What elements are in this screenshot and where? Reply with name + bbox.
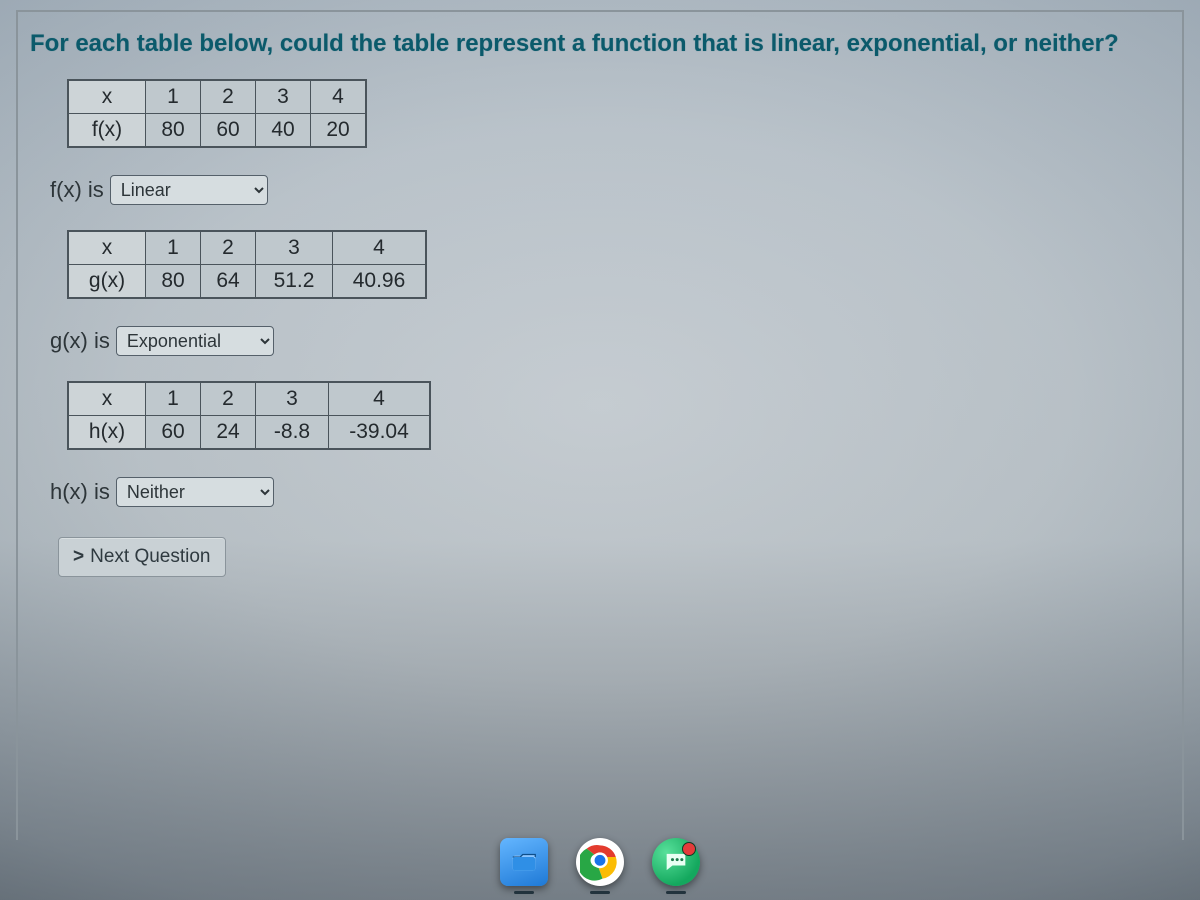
answer-g-select[interactable]: LinearExponentialNeither: [116, 326, 274, 356]
notification-dot-icon: [682, 842, 696, 856]
taskbar: [500, 838, 700, 886]
answer-h-prefix: h(x) is: [50, 479, 110, 505]
cell-flabel: h(x): [69, 416, 146, 449]
cell: 4: [311, 81, 366, 114]
question-frame: For each table below, could the table re…: [16, 10, 1184, 840]
table-h-block: x 1 2 3 4 h(x) 60 24 -8.8 -39.04: [68, 382, 1172, 449]
cell: 4: [329, 383, 430, 416]
table-g: x 1 2 3 4 g(x) 80 64 51.2 40.96: [68, 231, 426, 298]
table-row: x 1 2 3 4: [69, 383, 430, 416]
cell: 4: [333, 232, 426, 265]
cell: 20: [311, 114, 366, 147]
cell: 2: [201, 232, 256, 265]
answer-g-prefix: g(x) is: [50, 328, 110, 354]
cell: 64: [201, 265, 256, 298]
cell: 2: [201, 81, 256, 114]
cell: 1: [146, 81, 201, 114]
table-f-block: x 1 2 3 4 f(x) 80 60 40 20: [68, 80, 1172, 147]
cell: 51.2: [256, 265, 333, 298]
files-icon[interactable]: [500, 838, 548, 886]
taskbar-underline: [666, 891, 686, 894]
table-h: x 1 2 3 4 h(x) 60 24 -8.8 -39.04: [68, 382, 430, 449]
answer-g-line: g(x) is LinearExponentialNeither: [50, 326, 1172, 356]
table-row: x 1 2 3 4: [69, 81, 366, 114]
chat-icon[interactable]: [652, 838, 700, 886]
cell: 80: [146, 265, 201, 298]
cell: 1: [146, 232, 201, 265]
cell: 80: [146, 114, 201, 147]
cell: 1: [146, 383, 201, 416]
next-question-button[interactable]: > Next Question: [58, 537, 226, 577]
cell-flabel: f(x): [69, 114, 146, 147]
answer-h-line: h(x) is LinearExponentialNeither: [50, 477, 1172, 507]
cell-xlabel: x: [69, 232, 146, 265]
table-row: h(x) 60 24 -8.8 -39.04: [69, 416, 430, 449]
cell: 3: [256, 81, 311, 114]
answer-f-select[interactable]: LinearExponentialNeither: [110, 175, 268, 205]
table-row: f(x) 80 60 40 20: [69, 114, 366, 147]
cell: -39.04: [329, 416, 430, 449]
cell-xlabel: x: [69, 383, 146, 416]
next-question-label: Next Question: [90, 546, 210, 567]
cell: 40: [256, 114, 311, 147]
taskbar-underline: [590, 891, 610, 894]
chrome-icon[interactable]: [576, 838, 624, 886]
cell: 2: [201, 383, 256, 416]
answer-f-prefix: f(x) is: [50, 177, 104, 203]
cell: 60: [146, 416, 201, 449]
chevron-right-icon: >: [73, 546, 84, 567]
cell-xlabel: x: [69, 81, 146, 114]
taskbar-underline: [514, 891, 534, 894]
answer-h-select[interactable]: LinearExponentialNeither: [116, 477, 274, 507]
question-text: For each table below, could the table re…: [30, 30, 1170, 58]
table-row: g(x) 80 64 51.2 40.96: [69, 265, 426, 298]
cell: 60: [201, 114, 256, 147]
table-row: x 1 2 3 4: [69, 232, 426, 265]
cell: 3: [256, 232, 333, 265]
cell-flabel: g(x): [69, 265, 146, 298]
cell: 40.96: [333, 265, 426, 298]
table-f: x 1 2 3 4 f(x) 80 60 40 20: [68, 80, 366, 147]
cell: -8.8: [256, 416, 329, 449]
cell: 24: [201, 416, 256, 449]
cell: 3: [256, 383, 329, 416]
answer-f-line: f(x) is LinearExponentialNeither: [50, 175, 1172, 205]
table-g-block: x 1 2 3 4 g(x) 80 64 51.2 40.96: [68, 231, 1172, 298]
